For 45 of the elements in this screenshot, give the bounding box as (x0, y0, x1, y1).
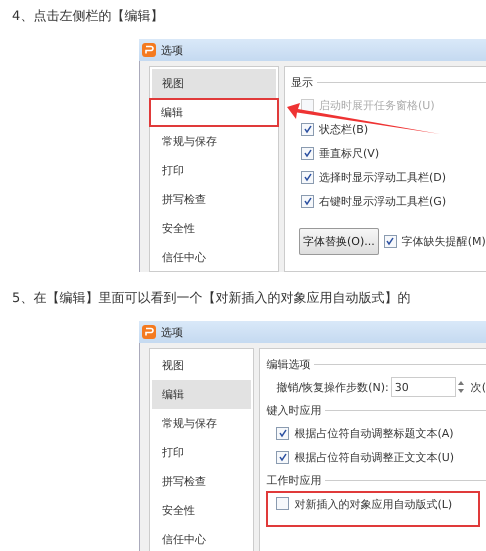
window-title: 选项 (161, 42, 183, 58)
sidebar-item[interactable]: 信任中心 (152, 243, 276, 272)
checkbox[interactable] (301, 146, 314, 160)
checkbox[interactable] (384, 234, 397, 248)
sidebar-item[interactable]: 编辑 (149, 98, 279, 127)
step-text: 5、在【编辑】里面可以看到一个【对新插入的对象应用自动版式】的 (11, 290, 412, 308)
sidebar-item[interactable]: 打印 (152, 156, 276, 185)
checkbox[interactable] (276, 426, 290, 440)
checkbox-label: 根据占位符自动调整正文文本(U) (294, 450, 454, 464)
app-icon (142, 325, 156, 339)
sidebar-item[interactable]: 打印 (152, 438, 252, 467)
app-icon (142, 43, 156, 57)
checkbox[interactable] (301, 122, 314, 136)
checkbox-label: 垂直标尺(V) (319, 146, 380, 160)
sidebar-item[interactable]: 常规与保存 (152, 127, 276, 156)
group-title: 键入时应用 (266, 402, 322, 418)
sidebar-item[interactable]: 视图 (152, 351, 252, 380)
checkbox-label: 选择时显示浮动工具栏(D) (319, 170, 446, 184)
sidebar-item[interactable]: 编辑 (152, 380, 252, 409)
sidebar-item[interactable]: 安全性 (152, 496, 252, 525)
sidebar-item[interactable]: 拼写检查 (152, 467, 252, 496)
group-title: 显示 (291, 74, 313, 90)
checkbox-label: 右键时显示浮动工具栏(G) (319, 194, 446, 208)
steps-field[interactable]: 30 (390, 377, 456, 397)
sidebar-item[interactable]: 安全性 (152, 214, 276, 243)
group-title: 工作时应用 (266, 472, 322, 488)
font-replace-button[interactable]: 字体替换(O)... (299, 228, 379, 254)
step-text: 4、点击左侧栏的【编辑】 (11, 8, 164, 26)
checkbox-label: 根据占位符自动调整标题文本(A) (294, 426, 454, 440)
checkbox[interactable] (301, 194, 314, 208)
sidebar-item[interactable]: 拼写检查 (152, 185, 276, 214)
checkbox-label: 启动时展开任务窗格(U) (319, 98, 435, 112)
sidebar-item[interactable]: 信任中心 (152, 525, 252, 551)
field-label: 撤销/恢复操作步数(N): (276, 380, 389, 394)
checkbox[interactable] (276, 450, 290, 464)
sidebar-item[interactable]: 视图 (152, 69, 276, 98)
checkbox-label: 对新插入的对象应用自动版式(L) (294, 497, 452, 512)
checkbox-label: 字体缺失提醒(M) (402, 234, 486, 248)
checkbox[interactable] (301, 170, 314, 184)
window-title: 选项 (161, 324, 183, 340)
group-title: 编辑选项 (266, 356, 310, 372)
unit-label: 次( (470, 380, 486, 394)
checkbox-label: 状态栏(B) (319, 122, 368, 136)
checkbox[interactable] (276, 497, 290, 510)
sidebar-item[interactable]: 常规与保存 (152, 409, 252, 438)
